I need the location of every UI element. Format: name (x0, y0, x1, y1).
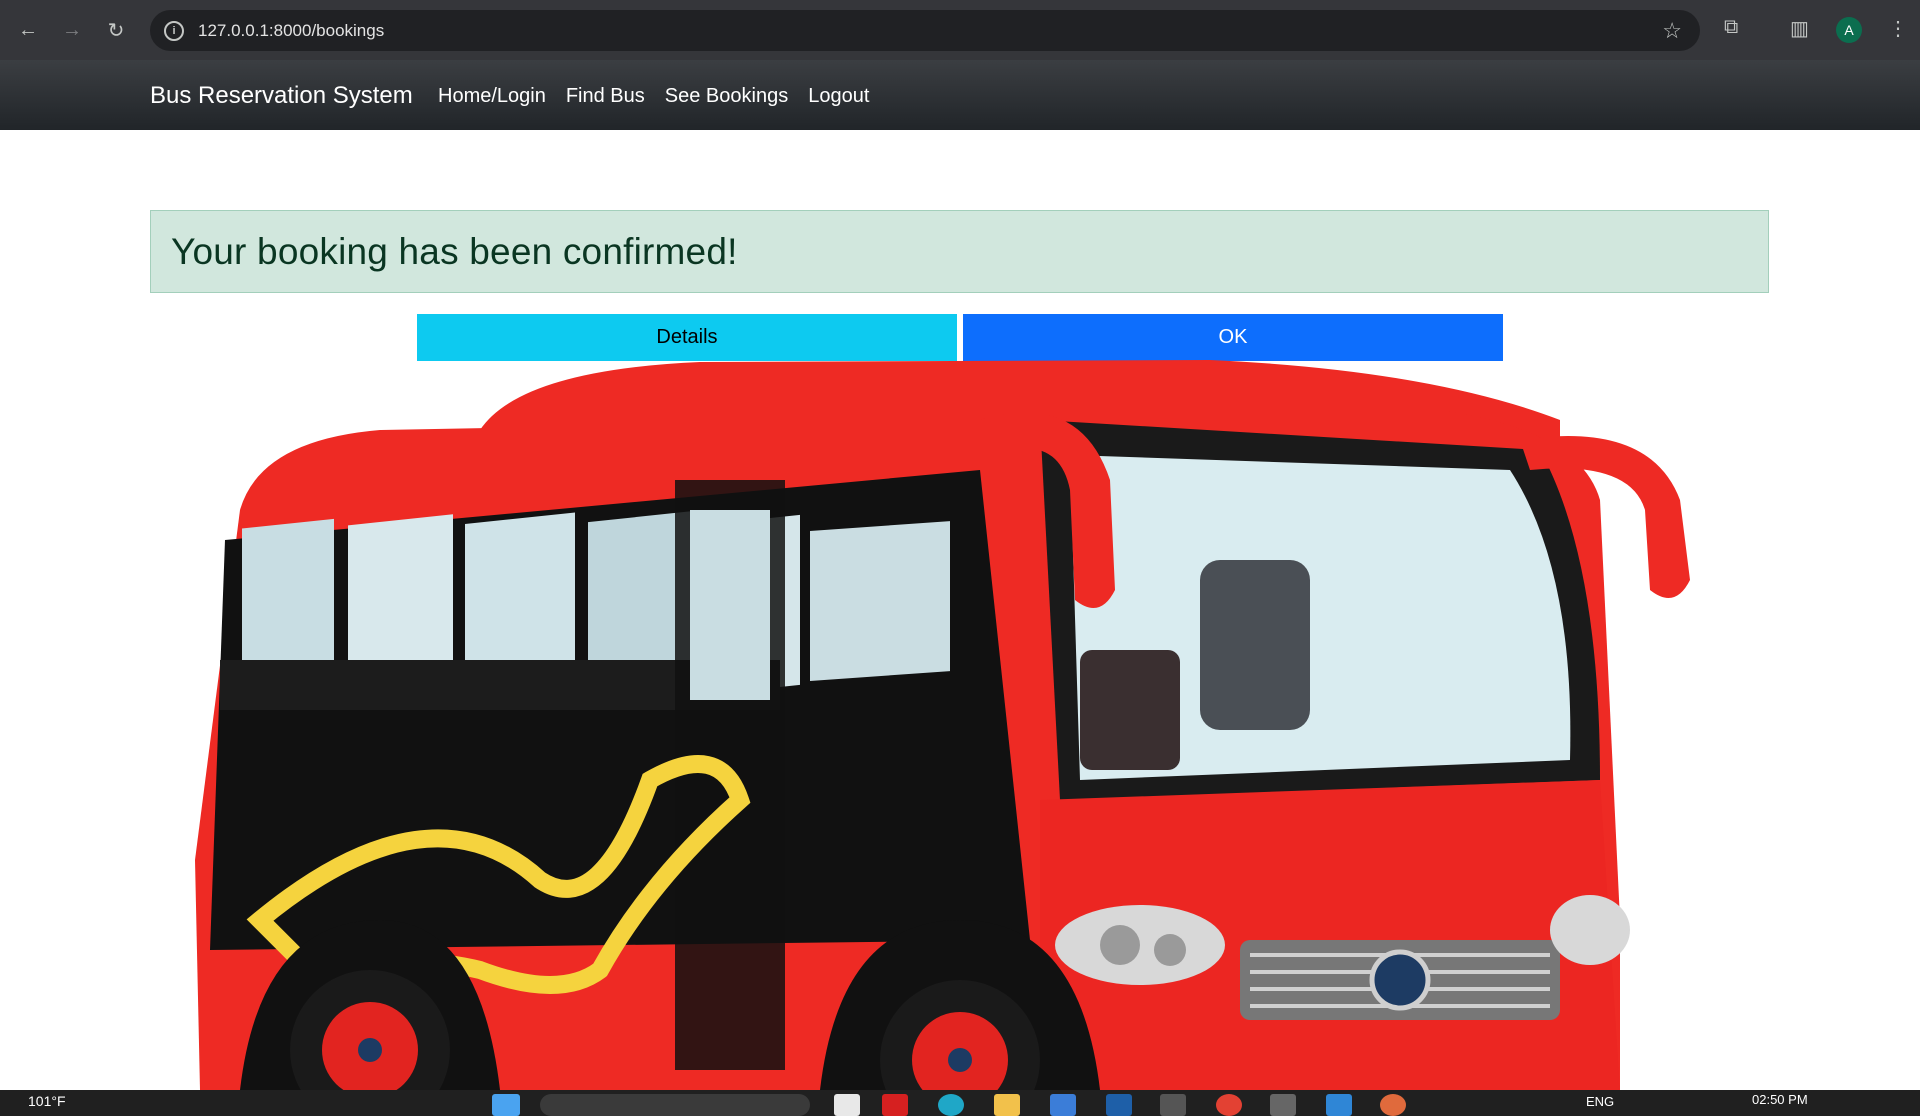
navbar-brand[interactable]: Bus Reservation System (150, 82, 413, 110)
nav-link-find-bus[interactable]: Find Bus (566, 85, 645, 108)
site-navbar: Bus Reservation System Home/Login Find B… (0, 60, 1920, 130)
ok-button[interactable]: OK (963, 314, 1503, 361)
back-arrow-icon[interactable]: ← (14, 16, 42, 44)
edge-browser-icon[interactable] (938, 1094, 964, 1116)
profile-avatar[interactable]: A (1836, 17, 1862, 43)
extensions-icon[interactable]: ⧉ (1724, 16, 1738, 39)
chrome-icon[interactable] (1216, 1094, 1242, 1116)
terminal-icon[interactable] (1160, 1094, 1186, 1116)
taskbar-clock[interactable]: 02:50 PM (1752, 1092, 1808, 1107)
app-icon-4[interactable] (1380, 1094, 1406, 1116)
file-explorer-icon[interactable] (994, 1094, 1020, 1116)
store-icon[interactable] (1050, 1094, 1076, 1116)
bus-image (180, 360, 1780, 1116)
details-button[interactable]: Details (417, 314, 957, 361)
app-icon-3[interactable] (1270, 1094, 1296, 1116)
browser-toolbar: ← → ↻ i 127.0.0.1:8000/bookings ☆ ⧉ ▥ A … (0, 0, 1920, 60)
vscode-icon[interactable] (1326, 1094, 1352, 1116)
address-bar[interactable]: i 127.0.0.1:8000/bookings ☆ (150, 10, 1700, 51)
nav-links: Home/Login Find Bus See Bookings Logout (438, 85, 889, 108)
nav-link-see-bookings[interactable]: See Bookings (665, 85, 788, 108)
side-panel-icon[interactable]: ▥ (1790, 16, 1809, 41)
forward-arrow-icon[interactable]: → (58, 16, 86, 44)
windows-start-icon[interactable] (492, 1094, 520, 1116)
booking-confirmed-alert: Your booking has been confirmed! (150, 210, 1769, 293)
bookmark-star-icon[interactable]: ☆ (1662, 18, 1682, 44)
address-bar-url[interactable]: 127.0.0.1:8000/bookings (198, 21, 384, 41)
app-icon-2[interactable] (1106, 1094, 1132, 1116)
app-icon[interactable] (882, 1094, 908, 1116)
site-info-icon[interactable]: i (164, 20, 184, 41)
bus-illustration (195, 360, 1690, 1116)
nav-link-home-login[interactable]: Home/Login (438, 85, 546, 108)
more-menu-icon[interactable]: ⋮ (1888, 16, 1908, 41)
nav-link-logout[interactable]: Logout (808, 85, 869, 108)
weather-widget[interactable]: 101°F (28, 1093, 66, 1109)
file-icon[interactable] (834, 1094, 860, 1116)
windows-taskbar: 101°F ENG 02:50 PM (0, 1090, 1920, 1116)
reload-icon[interactable]: ↻ (102, 16, 130, 44)
language-indicator[interactable]: ENG (1586, 1094, 1614, 1109)
alert-message: Your booking has been confirmed! (171, 231, 738, 272)
taskbar-search-box[interactable] (540, 1094, 810, 1116)
